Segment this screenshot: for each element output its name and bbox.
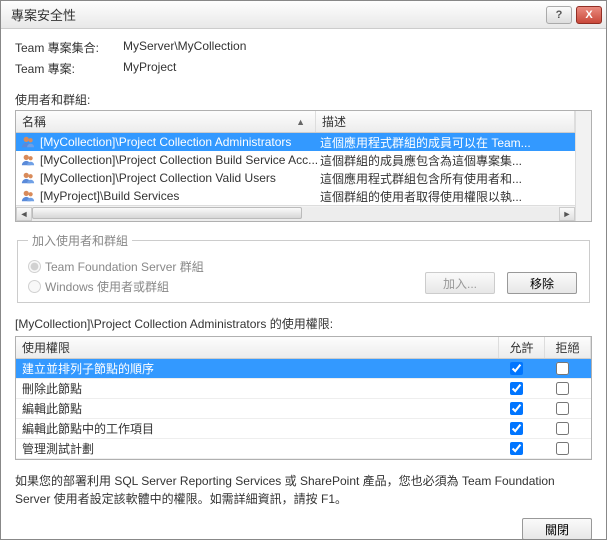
scroll-right-icon[interactable]: ► xyxy=(559,207,575,221)
permission-name: 建立並排列子節點的順序 xyxy=(22,360,493,377)
users-section-label: 使用者和群組: xyxy=(15,91,592,108)
list-item-name: [MyCollection]\Project Collection Valid … xyxy=(40,171,320,185)
group-icon xyxy=(20,135,36,149)
project-value: MyProject xyxy=(123,60,176,77)
perm-column-allow[interactable]: 允許 xyxy=(499,337,545,358)
security-dialog: 專案安全性 ? X Team 專案集合: MyServer\MyCollecti… xyxy=(0,0,607,540)
radio-windows-label: Windows 使用者或群組 xyxy=(45,278,169,295)
vertical-scrollbar[interactable] xyxy=(575,111,591,221)
list-item-desc: 這個應用程式群組的成員可以在 Team... xyxy=(320,134,571,151)
list-item-desc: 這個群組的成員應包含為這個專案集... xyxy=(320,152,571,169)
help-button[interactable]: ? xyxy=(546,6,572,24)
scroll-left-icon[interactable]: ◄ xyxy=(16,207,32,221)
list-item-desc: 這個應用程式群組包含所有使用者和... xyxy=(320,170,571,187)
deny-checkbox[interactable] xyxy=(556,402,569,415)
column-header-name[interactable]: 名稱 ▲ xyxy=(16,111,316,132)
add-button[interactable]: 加入... xyxy=(425,272,495,294)
allow-checkbox[interactable] xyxy=(510,402,523,415)
group-icon xyxy=(20,171,36,185)
radio-tfs-group[interactable] xyxy=(28,260,41,273)
deny-checkbox[interactable] xyxy=(556,442,569,455)
dialog-content: Team 專案集合: MyServer\MyCollection Team 專案… xyxy=(1,29,606,539)
deny-checkbox[interactable] xyxy=(556,422,569,435)
deny-checkbox[interactable] xyxy=(556,362,569,375)
list-item[interactable]: [MyProject]\Build Services這個群組的使用者取得使用權限… xyxy=(16,187,575,205)
horizontal-scrollbar[interactable]: ◄ ► xyxy=(16,205,575,221)
sort-asc-icon: ▲ xyxy=(296,117,305,127)
perm-column-deny[interactable]: 拒絕 xyxy=(545,337,591,358)
remove-button[interactable]: 移除 xyxy=(507,272,577,294)
list-item-name: [MyCollection]\Project Collection Admini… xyxy=(40,135,320,149)
group-icon xyxy=(20,189,36,203)
list-item[interactable]: [MyCollection]\Project Collection Build … xyxy=(16,151,575,169)
permission-name: 刪除此節點 xyxy=(22,380,493,397)
window-title: 專案安全性 xyxy=(11,5,546,24)
note-text: 如果您的部署利用 SQL Server Reporting Services 或… xyxy=(15,472,592,508)
collection-value: MyServer\MyCollection xyxy=(123,39,246,56)
close-button[interactable]: 關閉 xyxy=(522,518,592,539)
allow-checkbox[interactable] xyxy=(510,442,523,455)
allow-checkbox[interactable] xyxy=(510,382,523,395)
radio-windows-group[interactable] xyxy=(28,280,41,293)
collection-label: Team 專案集合: xyxy=(15,39,115,56)
allow-checkbox[interactable] xyxy=(510,422,523,435)
permission-name: 管理測試計劃 xyxy=(22,440,493,457)
permissions-label: [MyCollection]\Project Collection Admini… xyxy=(15,315,592,332)
column-header-desc[interactable]: 描述 xyxy=(316,111,575,132)
permission-row[interactable]: 管理測試計劃 xyxy=(16,439,591,459)
list-item-desc: 這個群組的使用者取得使用權限以執... xyxy=(320,188,571,205)
deny-checkbox[interactable] xyxy=(556,382,569,395)
permission-row[interactable]: 編輯此節點中的工作項目 xyxy=(16,419,591,439)
group-icon xyxy=(20,153,36,167)
permission-name: 編輯此節點中的工作項目 xyxy=(22,420,493,437)
perm-column-name[interactable]: 使用權限 xyxy=(16,337,499,358)
permission-row[interactable]: 刪除此節點 xyxy=(16,379,591,399)
permission-name: 編輯此節點 xyxy=(22,400,493,417)
users-listview[interactable]: 名稱 ▲ 描述 [MyCollection]\Project Collectio… xyxy=(15,110,592,222)
project-label: Team 專案: xyxy=(15,60,115,77)
list-item-name: [MyCollection]\Project Collection Build … xyxy=(40,153,320,167)
allow-checkbox[interactable] xyxy=(510,362,523,375)
add-users-legend: 加入使用者和群組 xyxy=(28,232,132,249)
add-users-groupbox: 加入使用者和群組 Team Foundation Server 群組 Windo… xyxy=(17,232,590,303)
scroll-thumb[interactable] xyxy=(32,207,302,219)
permission-row[interactable]: 建立並排列子節點的順序 xyxy=(16,359,591,379)
close-icon[interactable]: X xyxy=(576,6,602,24)
permissions-table[interactable]: 使用權限 允許 拒絕 建立並排列子節點的順序刪除此節點編輯此節點編輯此節點中的工… xyxy=(15,336,592,460)
list-item[interactable]: [MyCollection]\Project Collection Valid … xyxy=(16,169,575,187)
permission-row[interactable]: 編輯此節點 xyxy=(16,399,591,419)
list-item[interactable]: [MyCollection]\Project Collection Admini… xyxy=(16,133,575,151)
radio-tfs-label: Team Foundation Server 群組 xyxy=(45,258,204,275)
list-item-name: [MyProject]\Build Services xyxy=(40,189,320,203)
titlebar[interactable]: 專案安全性 ? X xyxy=(1,1,606,29)
